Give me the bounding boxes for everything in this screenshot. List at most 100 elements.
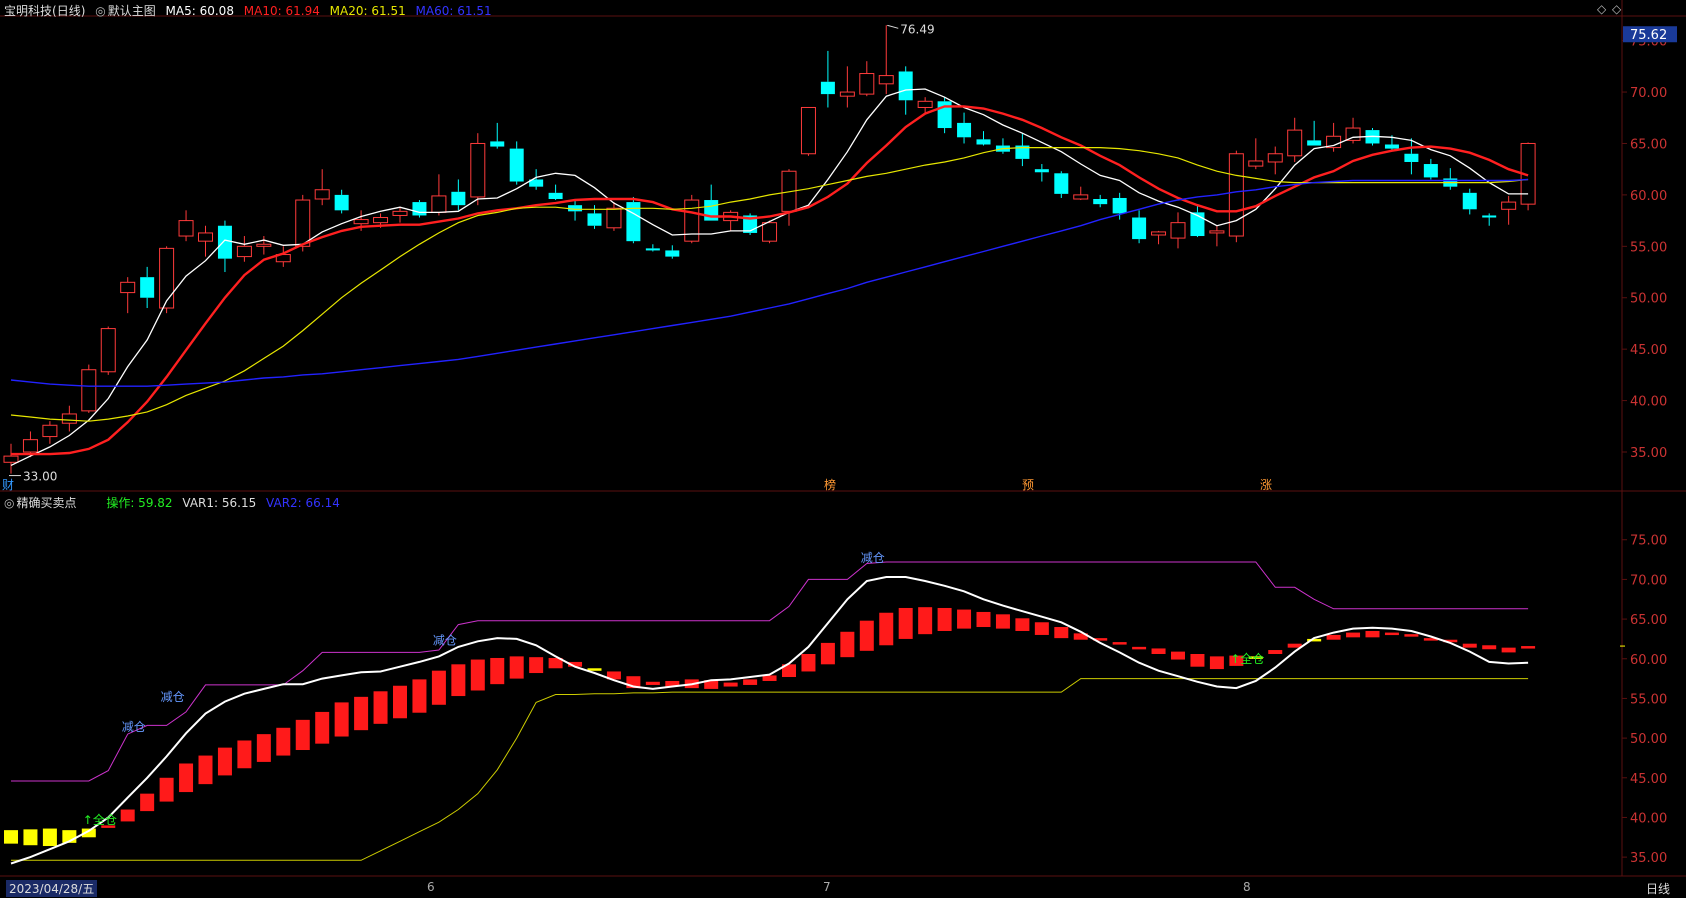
main-chart-header: 宝明科技(日线) ◎ 默认主图 MA5: 60.08 MA10: 61.94 MA… [4,2,498,19]
ma-line-ma10 [11,105,1529,456]
month-tick-6: 6 [427,880,435,894]
signal-bar [1384,632,1399,636]
candle-body-up [878,75,894,85]
signal-bar [237,740,252,769]
candle-body-up [42,424,58,438]
candle-body-up [159,247,175,309]
event-marker: 涨 [1260,477,1272,492]
signal-bar [937,607,952,631]
candle-body-up [61,413,77,424]
indicator-op-value: 操作: 59.82 [106,496,173,510]
indicator-var2-value: VAR2: 66.14 [266,496,340,510]
candle-body-up [295,199,311,247]
stock-name[interactable]: 宝明科技 [4,4,52,18]
signal-bar [859,620,874,651]
indicator-var1-value: VAR1: 56.15 [182,496,257,510]
candle-body-down [1307,140,1322,146]
signal-bar [1346,632,1361,638]
candle-body-down [820,81,835,95]
signal-bar [509,656,524,679]
candle-body-down [665,250,680,257]
candle-body-up [1228,153,1244,237]
indicator-header: ◎ 精确买卖点 操作: 59.82 VAR1: 56.15 VAR2: 66.14 [4,494,346,511]
candle-body-up [431,195,447,213]
candle-body-up [392,210,408,216]
signal-bar [957,609,972,629]
price-tick-label: 35.00 [1630,446,1667,461]
band-line-yellow [11,678,1529,861]
signal-bar [354,696,369,731]
candle-body-up [100,328,116,373]
candle-body-down [412,202,427,216]
signal-bar [801,654,816,672]
signal-bar [295,719,310,751]
signal-bar [1132,646,1147,650]
candle-body-up [178,220,194,237]
candle-body-up [22,439,38,453]
indicator-name[interactable]: 精确买卖点 [16,496,76,510]
signal-bar [1482,645,1497,650]
signal-bar [120,809,135,822]
candle-body-up [859,73,875,95]
min-price-label: 33.00 [23,470,57,484]
candle-body-up [81,369,97,412]
candle-body-down [1384,144,1399,149]
signal-bar [334,702,349,737]
signal-bar [820,642,835,665]
chart-canvas[interactable]: 75.00 70.00 65.00 60.00 55.00 50.00 45.00 40.00… [0,0,1686,898]
signal-bar [140,793,155,812]
candle-body-up [1287,129,1303,157]
signal-bar [1521,646,1536,649]
candle-body-down [509,148,524,182]
candle-body-down [490,141,505,147]
candle-body-up [1501,201,1517,210]
main-chart-label[interactable]: 默认主图 [108,4,156,18]
candle-body-up [314,189,330,200]
signal-bar [1268,650,1283,654]
price-tick-label: 65.00 [1630,137,1667,152]
main-settings-icon[interactable]: ◎ [95,4,105,18]
candle-body-up [236,245,252,258]
candle-body-up [917,100,933,108]
candle-body-down [217,225,232,259]
candle-body-up [120,281,136,294]
signal-bar [743,679,758,685]
signal-bar [1404,634,1419,637]
signal-bar [1015,618,1030,631]
candle-body-down [548,192,563,200]
signal-bar [373,691,388,724]
event-marker: 财 [2,478,14,492]
collapse-icon[interactable]: ◇ [1612,2,1621,16]
signal-label: 减仓 [861,551,885,565]
indicator-tick-label: 45.00 [1630,772,1667,787]
indicator-settings-icon[interactable]: ◎ [4,496,14,510]
signal-label: 减仓 [122,720,146,734]
signal-bar [490,657,505,685]
signal-bar [1171,651,1185,660]
candle-body-up [1151,231,1167,236]
indicator-tick-label: 55.00 [1630,692,1667,707]
band-line-white [10,576,1529,865]
signal-bar [315,711,330,744]
max-pointer [887,24,899,29]
price-tick-label: 55.00 [1630,240,1667,255]
candle-body-down [334,194,349,211]
indicator-tick-label: 35.00 [1630,851,1667,866]
signal-bar [879,612,894,646]
candle-body-down [976,139,991,145]
signal-bar [179,763,194,793]
candle-body-down [1423,164,1438,178]
signal-bar [1054,627,1069,639]
signal-label: ↑全仓 [83,812,117,827]
diamond-icon[interactable]: ◇ [1597,2,1606,16]
period-label[interactable]: 日线 [1646,880,1670,897]
candle-body-down [1054,173,1069,194]
candle-body-up [470,142,486,198]
candle-body-up [1073,194,1089,200]
candle-body-up [1248,160,1264,167]
candle-body-down [1482,215,1497,218]
indicator-tick-label: 75.00 [1630,534,1667,549]
cursor-date: 2023/04/28/五 [6,880,98,897]
candle-body-down [451,191,466,206]
candle-body-up [606,207,622,229]
